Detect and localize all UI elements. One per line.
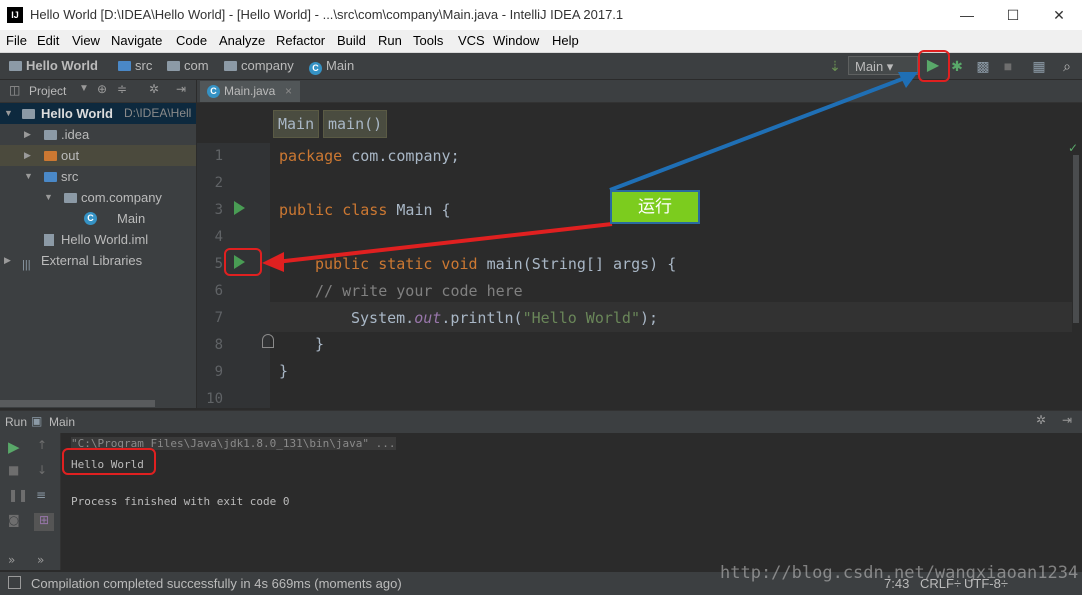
red-arrow-line — [275, 222, 613, 264]
annotation-arrows — [262, 72, 918, 272]
blue-arrow-line — [609, 74, 911, 192]
watermark: http://blog.csdn.net/wangxiaoan1234 — [720, 563, 1079, 583]
run-annotation-label: 运行 — [610, 190, 700, 224]
red-arrow-head — [262, 252, 284, 272]
